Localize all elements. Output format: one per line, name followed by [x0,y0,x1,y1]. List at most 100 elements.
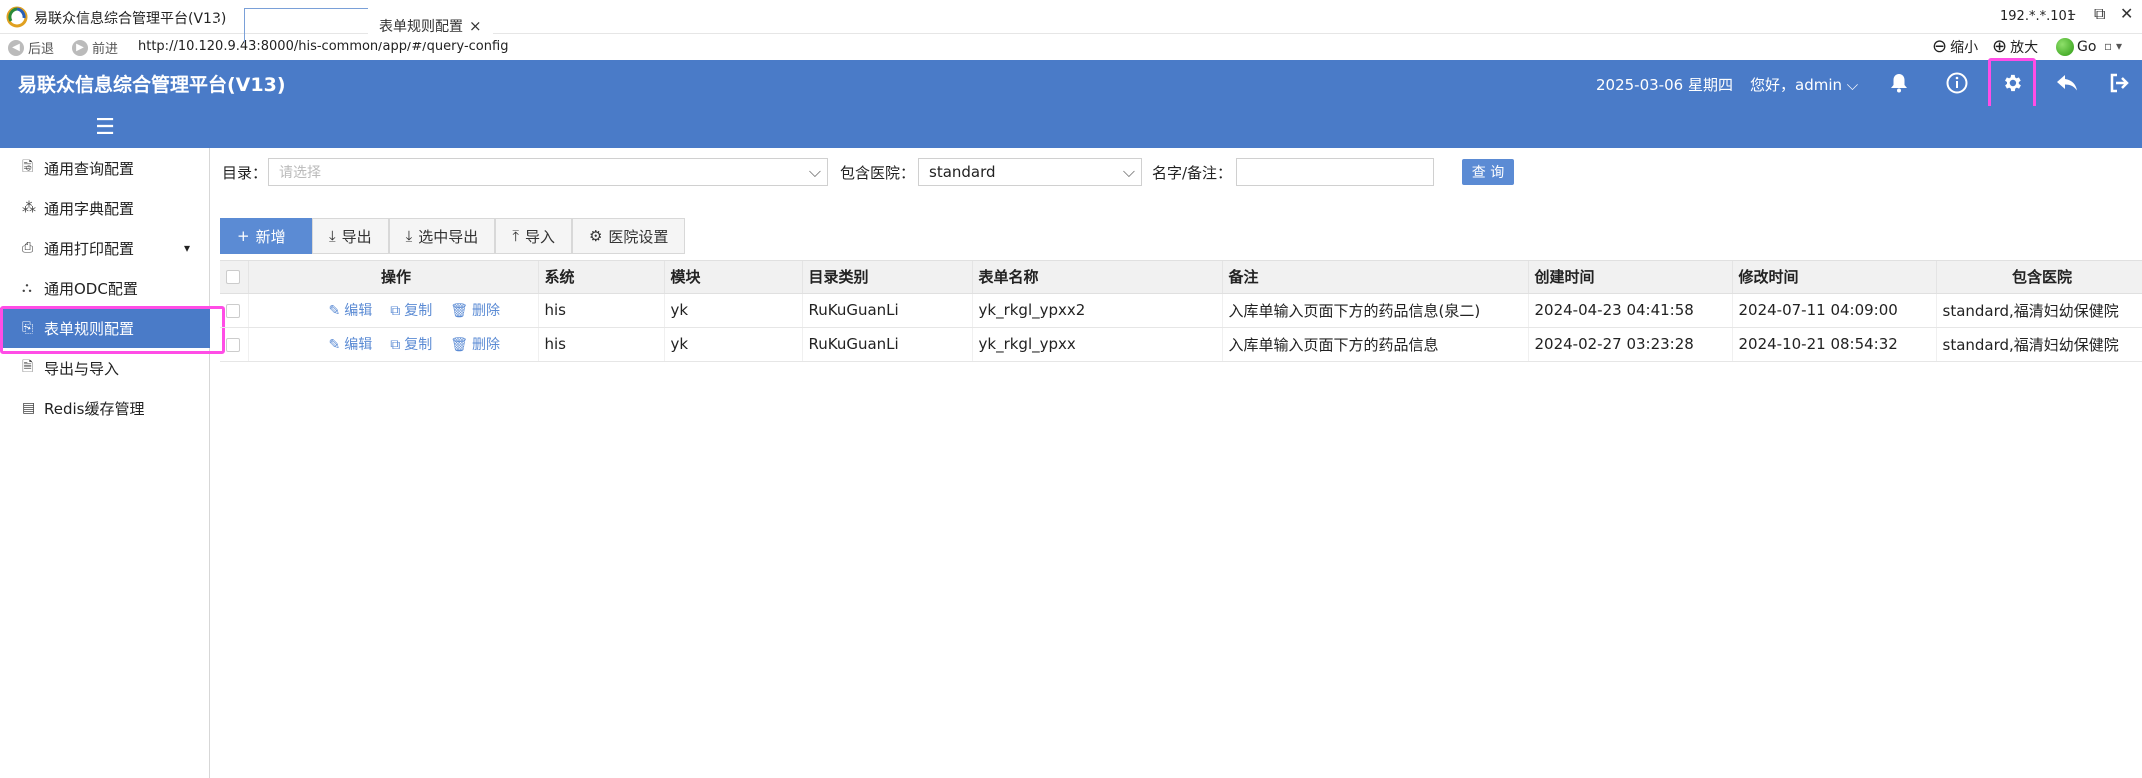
forward-button[interactable]: ▶ 前进 [72,38,118,57]
hospital-settings-label: 医院设置 [608,227,669,246]
copy-label: 复制 [404,337,433,353]
created-cell: 2024-02-27 03:23:28 [1528,327,1733,362]
window-title: 易联众信息综合管理平台(V13) [34,11,227,27]
zoom-out-label: 缩小 [1950,39,1979,56]
edit-button[interactable]: ✎ 编辑 [329,337,373,353]
edit-button[interactable]: ✎ 编辑 [329,303,373,319]
back-label: 后退 [28,42,55,57]
tab-query-config[interactable]: 通用查询配置 × [244,8,369,42]
catalog-select[interactable]: 请选择 ⌵ [268,158,828,186]
sidebar-item-odc-config[interactable]: ⛬ 通用ODC配置 [0,268,210,308]
hospital-settings-button[interactable]: ⚙ 医院设置 [571,218,686,254]
remark-cell: 入库单输入页面下方的药品信息(泉二) [1222,293,1529,328]
go-ball-icon [2056,38,2074,56]
chevron-left-icon[interactable]: ‹ [214,10,220,29]
remark-cell: 入库单输入页面下方的药品信息 [1222,327,1529,362]
copy-label: 复制 [404,303,433,319]
row-checkbox[interactable] [226,337,240,352]
sidebar-item-label: 通用打印配置 [44,239,135,258]
trash-icon: 🗑 [450,337,469,353]
sidebar-item-dict-config[interactable]: ⁂ 通用字典配置 [0,188,210,228]
row-checkbox[interactable] [226,303,240,318]
modified-cell: 2024-07-11 04:09:00 [1732,293,1937,328]
tab-label: 表单规则配置 [379,18,463,35]
tree-icon: ⁂ [22,200,36,216]
bell-icon[interactable] [1884,68,1914,98]
info-icon[interactable] [1942,68,1972,98]
pencil-icon: ✎ [328,337,341,353]
download-icon: ⤓ [405,227,413,245]
user-menu[interactable]: 您好，admin ⌵ [1750,74,1858,95]
column-header: 模块 [664,261,803,294]
table-row: ✎ 编辑 ⧉ 复制 🗑 删除 his yk RuKuGuanLi yk_rkgl_ypxx… [220,327,2142,362]
file-icon: 🗎 [22,359,34,375]
sidebar-item-print-config[interactable]: ⎙ 通用打印配置 ▾ [0,228,210,268]
query-button[interactable]: 查 询 [1462,159,1514,185]
sidebar-item-label: 导出与导入 [44,359,120,378]
menu-dropdown-icon[interactable]: ▫ ▾ [2104,39,2122,53]
sidebar: ☰ 🗟 通用查询配置 ⁂ 通用字典配置 ⎙ 通用打印配置 ▾ ⛬ 通用ODC配置 ⎘ 表单规… [0,106,210,778]
hospital-select[interactable]: standard ⌵ [918,158,1142,186]
form-name-cell: yk_rkgl_ypxx2 [972,293,1223,328]
app-header: 易联众信息综合管理平台(V13) 2025-03-06 星期四 您好，admin… [0,60,2142,106]
pencil-icon: ✎ [328,303,341,319]
delete-button[interactable]: 🗑 删除 [450,337,500,353]
system-cell: his [538,327,665,362]
zoom-out-button[interactable]: ⊖ 缩小 [1932,36,1978,57]
add-button[interactable]: + 新增 [220,218,312,254]
greeting-text: 您好，admin [1750,76,1842,94]
zoom-in-label: 放大 [2010,39,2039,56]
close-tab-icon[interactable]: × [469,17,482,35]
reply-back-icon[interactable] [2052,68,2082,98]
gear-icon: ⚙ [588,227,603,245]
sidebar-item-query-config[interactable]: 🗟 通用查询配置 [0,148,210,188]
ip-address: 192.*.*.101 [2000,9,2076,24]
category-cell: RuKuGuanLi [802,293,973,328]
catalog-placeholder: 请选择 [279,165,321,181]
chevron-down-icon: ⌵ [1846,76,1859,94]
add-label: 新增 [255,227,286,246]
chevron-down-icon: ▾ [183,241,190,255]
go-button[interactable]: Go [2056,38,2096,56]
export-selected-button[interactable]: ⤓ 选中导出 [388,218,496,254]
copy-button[interactable]: ⧉ 复制 [390,337,432,353]
row-select-cell [220,293,249,328]
zoom-in-icon: ⊕ [1992,36,2008,57]
back-button[interactable]: ◀ 后退 [8,38,54,57]
hospital-value: standard [929,163,996,181]
zoom-out-icon: ⊖ [1932,36,1948,57]
forward-label: 前进 [92,42,119,57]
minimize-icon[interactable]: – [2068,4,2076,23]
network-icon: ⛬ [22,280,32,296]
form-name-cell: yk_rkgl_ypxx [972,327,1223,362]
copy-icon: ⧉ [390,337,401,353]
logout-icon[interactable] [2104,68,2134,98]
tab-form-rules[interactable]: 表单规则配置 × [368,8,493,42]
sidebar-item-export-import[interactable]: 🗎 导出与导入 [0,348,210,388]
go-label: Go [2077,39,2097,55]
name-remark-input[interactable] [1236,158,1434,186]
close-tab-icon[interactable]: × [345,17,358,35]
select-all-cell [220,261,249,294]
select-all-checkbox[interactable] [226,270,240,285]
copy-button[interactable]: ⧉ 复制 [390,303,432,319]
export-button[interactable]: ⤓ 导出 [312,218,389,254]
sidebar-item-label: Redis缓存管理 [44,399,145,418]
sidebar-highlight-box [0,306,225,354]
column-header: 创建时间 [1528,261,1733,294]
hamburger-menu-icon[interactable]: ☰ [0,106,210,148]
restore-icon[interactable]: ⧉ [2094,4,2105,24]
table-row: ✎ 编辑 ⧉ 复制 🗑 删除 his yk RuKuGuanLi yk_rkgl_ypxx… [220,293,2142,328]
sidebar-item-redis-cache[interactable]: ▤ Redis缓存管理 [0,388,210,428]
import-button[interactable]: ⤒ 导入 [495,218,572,254]
plus-icon: + [237,227,250,245]
chevron-right-icon[interactable]: › [2130,10,2136,29]
printer-icon: ⎙ [22,240,34,256]
module-cell: yk [664,293,803,328]
app-logo-icon [6,6,28,28]
row-actions: ✎ 编辑 ⧉ 复制 🗑 删除 [248,293,539,328]
edit-label: 编辑 [344,303,373,319]
zoom-in-button[interactable]: ⊕ 放大 [1992,36,2038,57]
column-header: 操作 [248,261,539,294]
delete-button[interactable]: 🗑 删除 [450,303,500,319]
